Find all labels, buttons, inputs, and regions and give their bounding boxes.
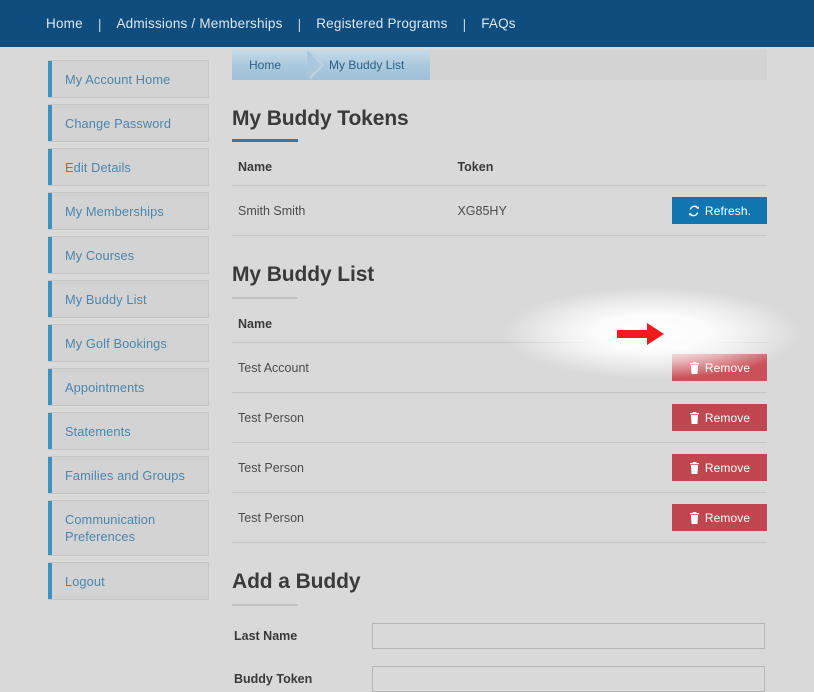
sidebar-item-label: Families and Groups — [65, 467, 185, 484]
remove-button[interactable]: Remove — [672, 504, 767, 531]
top-nav-item-registered-programs[interactable]: Registered Programs — [314, 16, 449, 31]
column-header-name: Name — [232, 160, 451, 186]
remove-button-label: Remove — [705, 361, 750, 375]
cell-actions: Remove — [666, 443, 767, 493]
last-name-label: Last Name — [232, 629, 372, 643]
breadcrumb-label: Home — [249, 58, 281, 72]
cell-name: Test Account — [232, 343, 666, 393]
remove-button-label: Remove — [705, 511, 750, 525]
breadcrumb-item-home[interactable]: Home — [232, 50, 307, 80]
buddy-token-field[interactable] — [372, 666, 765, 692]
remove-button-label: Remove — [705, 411, 750, 425]
form-row-last-name: Last Name — [232, 623, 767, 649]
nav-separator: | — [298, 16, 302, 32]
sidebar-item-communication-preferences[interactable]: Communication Preferences — [48, 500, 209, 556]
last-name-field[interactable] — [372, 623, 765, 649]
cell-name: Test Person — [232, 493, 666, 543]
column-header-actions — [666, 160, 767, 186]
sidebar-navigation: My Account Home Change Password Edit Det… — [48, 60, 209, 606]
sidebar-item-label: Statements — [65, 423, 131, 440]
trash-icon — [689, 412, 700, 424]
nav-separator: | — [98, 16, 102, 32]
sidebar-item-my-memberships[interactable]: My Memberships — [48, 192, 209, 230]
remove-button[interactable]: Remove — [672, 454, 767, 481]
trash-icon — [689, 362, 700, 374]
table-header-row: Name — [232, 317, 767, 343]
refresh-button-label: Refresh. — [705, 204, 751, 218]
sidebar-item-edit-details[interactable]: Edit Details — [48, 148, 209, 186]
column-header-actions — [666, 317, 767, 343]
table-header-row: Name Token — [232, 160, 767, 186]
sidebar-item-my-golf-bookings[interactable]: My Golf Bookings — [48, 324, 209, 362]
sidebar-item-families-and-groups[interactable]: Families and Groups — [48, 456, 209, 494]
page-title: My Buddy Tokens — [232, 107, 767, 131]
top-navigation-bar: Home | Admissions / Memberships | Regist… — [0, 0, 814, 47]
remove-button-label: Remove — [705, 461, 750, 475]
top-nav-list: Home | Admissions / Memberships | Regist… — [44, 16, 518, 32]
sidebar-item-my-buddy-list[interactable]: My Buddy List — [48, 280, 209, 318]
sidebar-item-my-courses[interactable]: My Courses — [48, 236, 209, 274]
breadcrumb-item-my-buddy-list[interactable]: My Buddy List — [307, 50, 430, 80]
sidebar-item-label: My Buddy List — [65, 291, 147, 308]
cell-name: Test Person — [232, 393, 666, 443]
sidebar-item-label: My Courses — [65, 247, 134, 264]
sidebar-item-label: Edit Details — [65, 159, 131, 176]
top-nav-item-faqs[interactable]: FAQs — [479, 16, 518, 31]
table-row: Smith Smith XG85HY Refresh. — [232, 186, 767, 236]
column-header-token: Token — [451, 160, 666, 186]
sidebar-item-label: Appointments — [65, 379, 144, 396]
sidebar-item-label: My Account Home — [65, 71, 170, 88]
table-row: Test Account Remove — [232, 343, 767, 393]
cell-name: Smith Smith — [232, 186, 451, 236]
trash-icon — [689, 462, 700, 474]
sidebar-item-my-account-home[interactable]: My Account Home — [48, 60, 209, 98]
sidebar-item-appointments[interactable]: Appointments — [48, 368, 209, 406]
sidebar-item-label: My Memberships — [65, 203, 164, 220]
cell-actions: Remove — [666, 393, 767, 443]
sidebar-item-statements[interactable]: Statements — [48, 412, 209, 450]
cell-actions: Remove — [666, 493, 767, 543]
cell-actions: Refresh. — [666, 186, 767, 236]
breadcrumb: Home My Buddy List — [232, 50, 767, 80]
buddy-list-table: Name Test Account Remove — [232, 317, 767, 543]
add-buddy-title: Add a Buddy — [232, 570, 767, 594]
buddy-token-label: Buddy Token — [232, 672, 372, 686]
breadcrumb-label: My Buddy List — [329, 58, 404, 72]
refresh-button[interactable]: Refresh. — [672, 197, 767, 224]
buddy-list-title-underline — [232, 297, 298, 299]
sidebar-item-label: My Golf Bookings — [65, 335, 167, 352]
cell-name: Test Person — [232, 443, 666, 493]
nav-separator: | — [463, 16, 467, 32]
sidebar-item-logout[interactable]: Logout — [48, 562, 209, 600]
buddy-tokens-table: Name Token Smith Smith XG85HY — [232, 160, 767, 236]
cell-actions: Remove — [666, 343, 767, 393]
column-header-name: Name — [232, 317, 666, 343]
table-row: Test Person Remove — [232, 493, 767, 543]
top-nav-item-admissions-memberships[interactable]: Admissions / Memberships — [114, 16, 284, 31]
add-buddy-title-underline — [232, 604, 298, 606]
title-underline — [232, 139, 298, 142]
cell-token: XG85HY — [451, 186, 666, 236]
trash-icon — [689, 512, 700, 524]
remove-button[interactable]: Remove — [672, 404, 767, 431]
table-row: Test Person Remove — [232, 443, 767, 493]
main-content: Home My Buddy List My Buddy Tokens Name … — [232, 50, 767, 692]
table-row: Test Person Remove — [232, 393, 767, 443]
top-nav-item-home[interactable]: Home — [44, 16, 85, 31]
sidebar-item-label: Communication Preferences — [65, 511, 200, 545]
sidebar-item-change-password[interactable]: Change Password — [48, 104, 209, 142]
sidebar-item-label: Change Password — [65, 115, 171, 132]
remove-button[interactable]: Remove — [672, 354, 767, 381]
sidebar-item-label: Logout — [65, 573, 105, 590]
form-row-buddy-token: Buddy Token — [232, 666, 767, 692]
refresh-icon — [688, 205, 700, 217]
buddy-list-title: My Buddy List — [232, 263, 767, 287]
